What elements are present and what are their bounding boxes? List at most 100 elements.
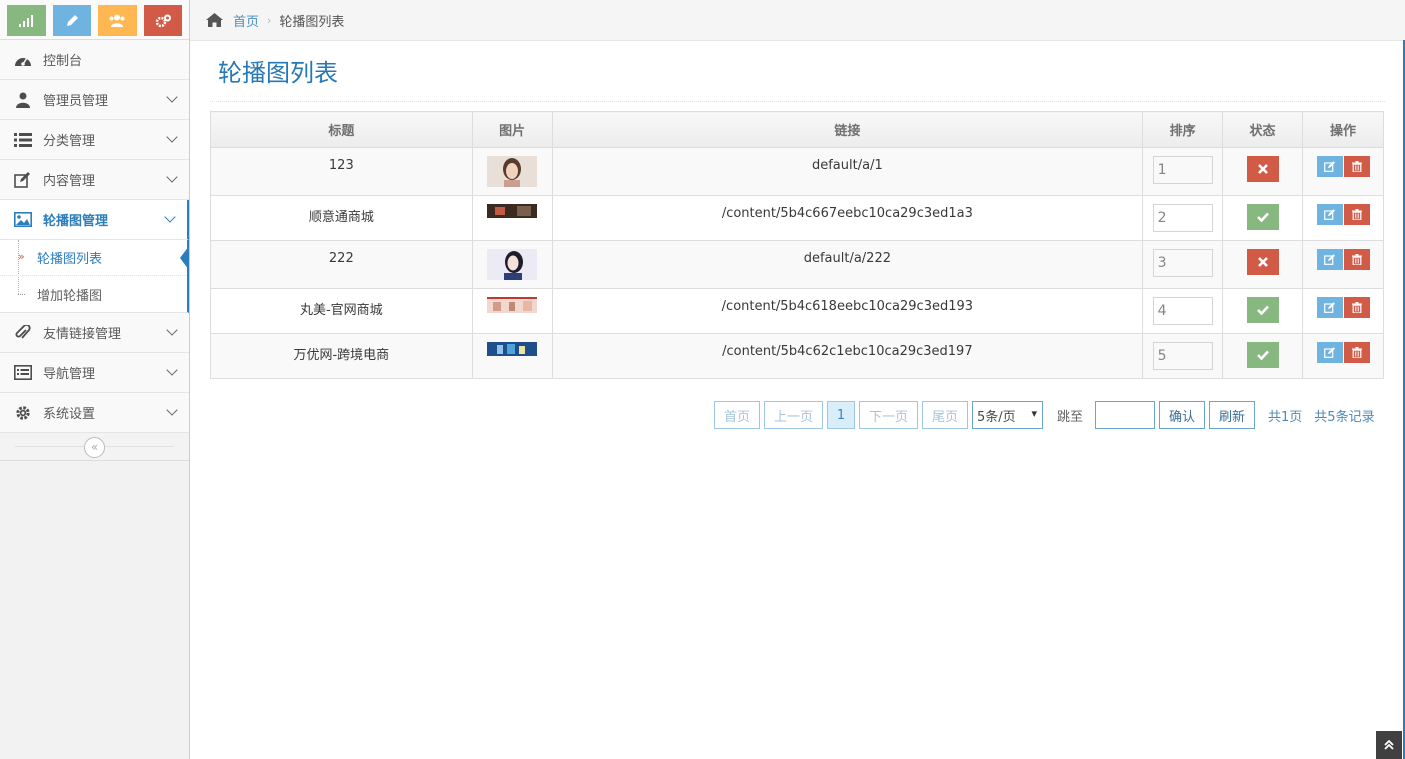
edit-button[interactable] — [1316, 204, 1343, 225]
delete-button[interactable] — [1343, 342, 1370, 363]
row-thumbnail[interactable] — [487, 342, 538, 356]
chevron-down-icon — [166, 324, 178, 336]
sidebar-item-navigation[interactable]: 导航管理 — [0, 353, 189, 393]
column-header-link[interactable]: 链接 — [551, 111, 1144, 148]
sidebar-subitem-label: 轮播图列表 — [37, 252, 103, 267]
sort-order-input[interactable]: 2 — [1152, 204, 1213, 232]
column-header-sort[interactable]: 排序 — [1142, 111, 1224, 148]
sidebar-item-label: 管理员管理 — [43, 94, 109, 109]
sidebar-item-dashboard[interactable]: 控制台 — [0, 40, 189, 80]
carousel-submenu: » 轮播图列表 增加轮播图 — [0, 240, 189, 313]
sidebar-item-carousel[interactable]: 轮播图管理 — [0, 200, 189, 240]
table-header-row: 标题 图片 链接 排序 状态 操作 — [210, 111, 1384, 148]
edit-button[interactable] — [1316, 156, 1343, 177]
row-sort-cell: 5 — [1142, 333, 1224, 379]
sidebar-item-links[interactable]: 友情链接管理 — [0, 313, 189, 353]
status-toggle-button[interactable] — [1246, 297, 1279, 323]
jump-label: 跳至 — [1057, 409, 1084, 425]
sidebar-item-label: 轮播图管理 — [43, 214, 109, 229]
total-pages: 共1页 — [1268, 409, 1303, 425]
sort-order-input[interactable]: 5 — [1152, 342, 1213, 370]
table-row: 123 default/a/1 1 — [210, 147, 1384, 196]
status-toggle-button[interactable] — [1246, 156, 1279, 182]
sort-order-input[interactable]: 4 — [1152, 297, 1213, 325]
row-thumbnail[interactable] — [487, 249, 538, 280]
scroll-to-top-icon[interactable] — [1376, 731, 1402, 759]
row-actions — [1316, 342, 1370, 363]
chevron-down-icon — [166, 364, 178, 376]
check-icon — [1256, 305, 1269, 315]
row-image-cell — [471, 147, 553, 196]
sort-order-input[interactable]: 1 — [1152, 156, 1213, 184]
delete-button[interactable] — [1343, 156, 1370, 177]
row-sort-cell: 4 — [1142, 288, 1224, 334]
row-thumbnail[interactable] — [487, 156, 538, 187]
row-status-cell — [1222, 195, 1303, 241]
row-image-cell — [471, 288, 553, 334]
edit-button[interactable] — [1316, 249, 1343, 270]
edit-button[interactable] — [1316, 342, 1343, 363]
delete-button[interactable] — [1343, 204, 1370, 225]
column-header-title[interactable]: 标题 — [210, 111, 473, 148]
row-actions-cell — [1302, 288, 1384, 334]
pencil-icon[interactable] — [52, 5, 91, 36]
row-link: default/a/222 — [551, 240, 1144, 289]
check-icon — [1256, 212, 1269, 222]
sidebar-item-settings[interactable]: 系统设置 — [0, 393, 189, 433]
column-header-image[interactable]: 图片 — [471, 111, 553, 148]
sidebar-subitem-add-carousel[interactable]: 增加轮播图 — [0, 276, 187, 312]
column-header-actions[interactable]: 操作 — [1302, 111, 1384, 148]
row-actions — [1316, 156, 1370, 177]
delete-button[interactable] — [1343, 249, 1370, 270]
column-header-status[interactable]: 状态 — [1222, 111, 1303, 148]
sidebar-subitem-carousel-list[interactable]: » 轮播图列表 — [0, 240, 189, 276]
row-status-cell — [1222, 288, 1303, 334]
next-page-button[interactable]: 下一页 — [859, 401, 918, 429]
edit-icon — [13, 170, 33, 190]
table-row: 顺意通商城 /content/5b4c667eebc10ca29c3ed1a3 … — [210, 195, 1384, 241]
row-title: 万优网-跨境电商 — [210, 333, 473, 379]
confirm-button[interactable]: 确认 — [1159, 401, 1206, 429]
sidebar-collapse: « — [0, 433, 189, 461]
refresh-button[interactable]: 刷新 — [1209, 401, 1256, 429]
row-link: default/a/1 — [551, 147, 1144, 196]
tick-line — [18, 294, 25, 295]
breadcrumb-home-link[interactable]: 首页 — [233, 11, 259, 30]
delete-button[interactable] — [1343, 297, 1370, 318]
row-thumbnail[interactable] — [487, 297, 538, 313]
sidebar-item-label: 友情链接管理 — [43, 327, 122, 342]
sidebar-item-category[interactable]: 分类管理 — [0, 120, 189, 160]
double-angle-left-icon[interactable]: « — [84, 437, 105, 458]
trash-icon — [1351, 302, 1362, 313]
chevron-down-icon — [166, 131, 178, 143]
page-number-button[interactable]: 1 — [827, 401, 855, 429]
edit-icon — [1323, 302, 1335, 313]
cogs-icon[interactable] — [143, 5, 182, 36]
home-icon — [206, 13, 223, 27]
trash-icon — [1351, 254, 1362, 265]
sidebar-item-admin[interactable]: 管理员管理 — [0, 80, 189, 120]
sidebar-item-label: 控制台 — [43, 54, 83, 69]
sidebar-subitem-label: 增加轮播图 — [37, 288, 103, 304]
last-page-button[interactable]: 尾页 — [922, 401, 968, 429]
prev-page-button[interactable]: 上一页 — [764, 401, 823, 429]
active-arrow-icon — [180, 246, 189, 270]
row-thumbnail[interactable] — [487, 204, 538, 218]
users-icon[interactable] — [98, 5, 137, 36]
status-toggle-button[interactable] — [1246, 342, 1279, 368]
user-md-icon — [13, 90, 33, 110]
table-row: 丸美-官网商城 /content/5b4c618eebc10ca29c3ed19… — [210, 288, 1384, 334]
jump-page-input[interactable] — [1095, 401, 1156, 429]
sort-order-input[interactable]: 3 — [1152, 249, 1213, 277]
row-actions — [1316, 204, 1370, 225]
signal-icon[interactable] — [7, 5, 46, 36]
edit-button[interactable] — [1316, 297, 1343, 318]
status-toggle-button[interactable] — [1246, 249, 1279, 275]
first-page-button[interactable]: 首页 — [714, 401, 760, 429]
sidebar: 控制台 管理员管理 分类管理 内容管理 轮播图管理 » 轮播图列表 增加轮播图 … — [0, 0, 190, 759]
sidebar-item-content[interactable]: 内容管理 — [0, 160, 189, 200]
dashboard-icon — [13, 50, 33, 70]
row-status-cell — [1222, 147, 1303, 196]
status-toggle-button[interactable] — [1246, 204, 1279, 230]
page-size-select[interactable]: 5条/页 — [972, 401, 1043, 429]
